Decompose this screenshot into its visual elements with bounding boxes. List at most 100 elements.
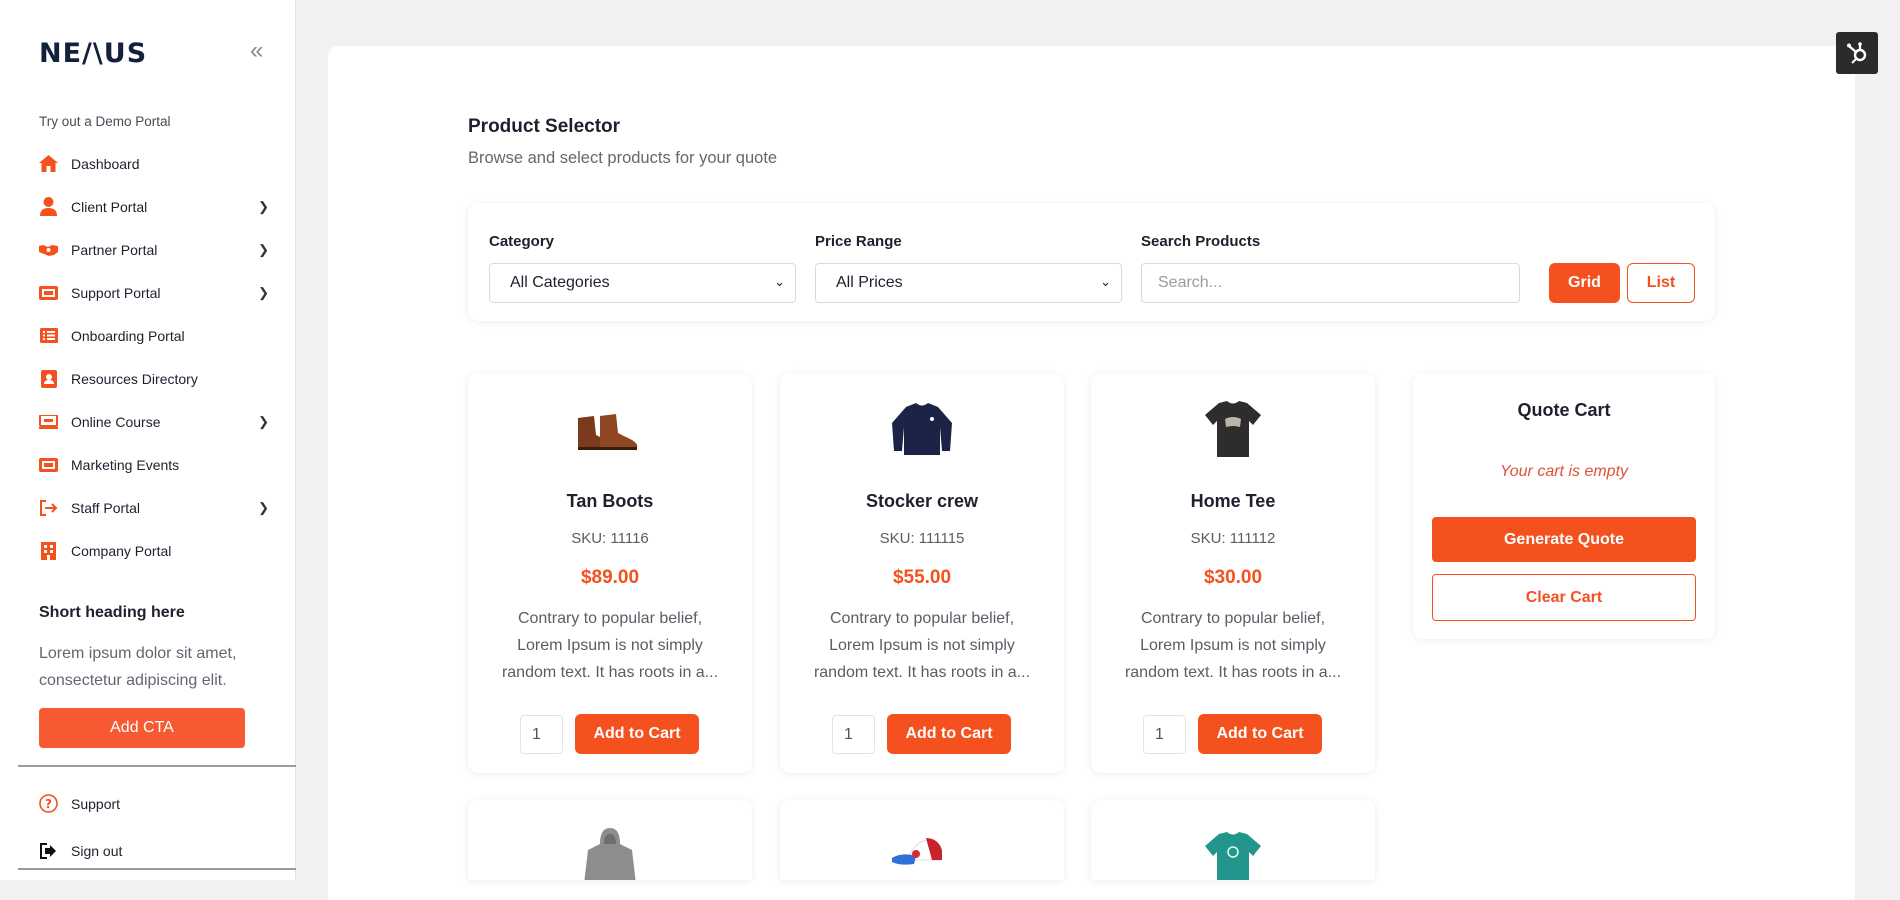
product-price: $55.00 — [892, 567, 952, 588]
sidebar-short-heading: Short heading here — [39, 604, 185, 621]
sidebar: NE/\US « Try out a Demo Portal Dashboard… — [0, 0, 296, 880]
product-image-boots — [570, 393, 650, 463]
sidebar-item-label: Onboarding Portal — [71, 327, 185, 344]
divider — [18, 765, 296, 767]
laptop-icon — [39, 412, 58, 431]
product-card: Home Tee SKU: 111112 $30.00 Contrary to … — [1091, 373, 1375, 773]
category-select-value: All Categories — [510, 274, 610, 291]
nexus-logo[interactable]: NE/\US — [39, 38, 147, 69]
product-card — [780, 800, 1064, 880]
sidebar-item-label: Company Portal — [71, 542, 172, 559]
search-products-label: Search Products — [1141, 233, 1261, 250]
sidebar-item-online-course[interactable]: Online Course ❯ — [39, 400, 269, 443]
chevron-right-icon: ❯ — [258, 413, 269, 429]
question-icon: ? — [39, 794, 58, 813]
chevron-down-icon: ⌄ — [1100, 274, 1111, 289]
generate-quote-button[interactable]: Generate Quote — [1432, 517, 1696, 562]
sign-out-icon — [39, 841, 58, 860]
address-book-icon — [39, 369, 58, 388]
product-card: Tan Boots SKU: 11116 $89.00 Contrary to … — [468, 373, 752, 773]
product-name: Stocker crew — [865, 491, 979, 511]
product-card — [1091, 800, 1375, 880]
product-card: Stocker crew SKU: 111115 $55.00 Contrary… — [780, 373, 1064, 773]
quantity-input[interactable]: 1 — [520, 715, 563, 754]
product-sku: SKU: 11116 — [571, 530, 649, 547]
clear-cart-button[interactable]: Clear Cart — [1432, 574, 1696, 621]
chevron-right-icon: ❯ — [258, 198, 269, 214]
sidebar-bottom-nav: ? Support Sign out — [39, 780, 269, 874]
divider — [18, 868, 296, 870]
search-input[interactable] — [1141, 263, 1520, 303]
add-cta-button[interactable]: Add CTA — [39, 708, 245, 748]
add-to-cart-button[interactable]: Add to Cart — [575, 714, 699, 754]
chevron-right-icon: ❯ — [258, 241, 269, 257]
price-range-select-value: All Prices — [836, 274, 903, 291]
product-description: Contrary to popular belief, Lorem Ipsum … — [813, 610, 1031, 681]
product-sku: SKU: 111112 — [1190, 530, 1276, 547]
category-label: Category — [489, 233, 555, 250]
quantity-input[interactable]: 1 — [1143, 715, 1186, 754]
hubspot-icon[interactable] — [1836, 32, 1878, 74]
sidebar-item-label: Sign out — [71, 842, 123, 859]
sidebar-item-label: Support — [71, 795, 121, 812]
sidebar-item-dashboard[interactable]: Dashboard — [39, 142, 269, 185]
category-select[interactable]: All Categories ⌄ — [489, 263, 796, 303]
product-image-cap — [882, 824, 962, 880]
product-image-tee — [1193, 393, 1273, 463]
add-to-cart-button[interactable]: Add to Cart — [1198, 714, 1322, 754]
home-icon — [39, 154, 58, 173]
sidebar-short-text: Lorem ipsum dolor sit amet, consectetur … — [39, 645, 237, 689]
sidebar-item-marketing-events[interactable]: Marketing Events — [39, 443, 269, 486]
user-icon — [39, 197, 58, 216]
product-price: $30.00 — [1203, 567, 1263, 588]
ticket-icon — [39, 455, 58, 474]
grid-view-button[interactable]: Grid — [1549, 263, 1620, 303]
sidebar-item-label: Client Portal — [71, 198, 148, 215]
price-range-select[interactable]: All Prices ⌄ — [815, 263, 1122, 303]
product-price: $89.00 — [580, 567, 640, 588]
filters-panel: Category All Categories ⌄ Price Range Al… — [468, 203, 1715, 321]
sidebar-item-label: Resources Directory — [71, 370, 198, 387]
sidebar-item-onboarding-portal[interactable]: Onboarding Portal — [39, 314, 269, 357]
sidebar-item-support-portal[interactable]: Support Portal ❯ — [39, 271, 269, 314]
quote-cart-title: Quote Cart — [1517, 400, 1611, 420]
collapse-sidebar-icon[interactable]: « — [250, 39, 272, 64]
page-title: Product Selector — [468, 116, 621, 137]
sidebar-item-staff-portal[interactable]: Staff Portal ❯ — [39, 486, 269, 529]
sidebar-item-partner-portal[interactable]: Partner Portal ❯ — [39, 228, 269, 271]
sidebar-item-resources-directory[interactable]: Resources Directory — [39, 357, 269, 400]
sidebar-item-company-portal[interactable]: Company Portal — [39, 529, 269, 572]
quote-cart: Quote Cart Your cart is empty Generate Q… — [1413, 373, 1715, 639]
quantity-input[interactable]: 1 — [832, 715, 875, 754]
list-icon — [39, 326, 58, 345]
chevron-down-icon: ⌄ — [774, 274, 785, 289]
product-image-hoodie — [570, 824, 650, 880]
building-icon — [39, 541, 58, 560]
price-range-label: Price Range — [815, 233, 902, 250]
product-description: Contrary to popular belief, Lorem Ipsum … — [501, 610, 719, 681]
sidebar-nav: Dashboard Client Portal ❯ Partner Portal… — [39, 142, 269, 572]
svg-text:?: ? — [45, 797, 52, 811]
add-to-cart-button[interactable]: Add to Cart — [887, 714, 1011, 754]
sidebar-item-client-portal[interactable]: Client Portal ❯ — [39, 185, 269, 228]
product-image-teal-tee — [1193, 824, 1273, 880]
cart-empty-message: Your cart is empty — [1499, 463, 1629, 480]
sidebar-item-label: Support Portal — [71, 284, 161, 301]
product-sku: SKU: 111115 — [879, 530, 965, 547]
sidebar-item-label: Marketing Events — [71, 456, 180, 473]
product-name: Tan Boots — [566, 491, 654, 511]
sidebar-item-support[interactable]: ? Support — [39, 780, 269, 827]
product-card — [468, 800, 752, 880]
list-view-button[interactable]: List — [1627, 263, 1695, 303]
chevron-right-icon: ❯ — [258, 499, 269, 515]
sign-in-icon — [39, 498, 58, 517]
sidebar-item-label: Staff Portal — [71, 499, 141, 516]
ticket-icon — [39, 283, 58, 302]
demo-portal-label: Try out a Demo Portal — [39, 114, 171, 129]
sidebar-item-sign-out[interactable]: Sign out — [39, 827, 269, 874]
handshake-icon — [39, 240, 58, 259]
sidebar-item-label: Dashboard — [71, 155, 140, 172]
sidebar-item-label: Partner Portal — [71, 241, 158, 258]
product-description: Contrary to popular belief, Lorem Ipsum … — [1124, 610, 1342, 681]
product-image-sweater — [882, 393, 962, 463]
